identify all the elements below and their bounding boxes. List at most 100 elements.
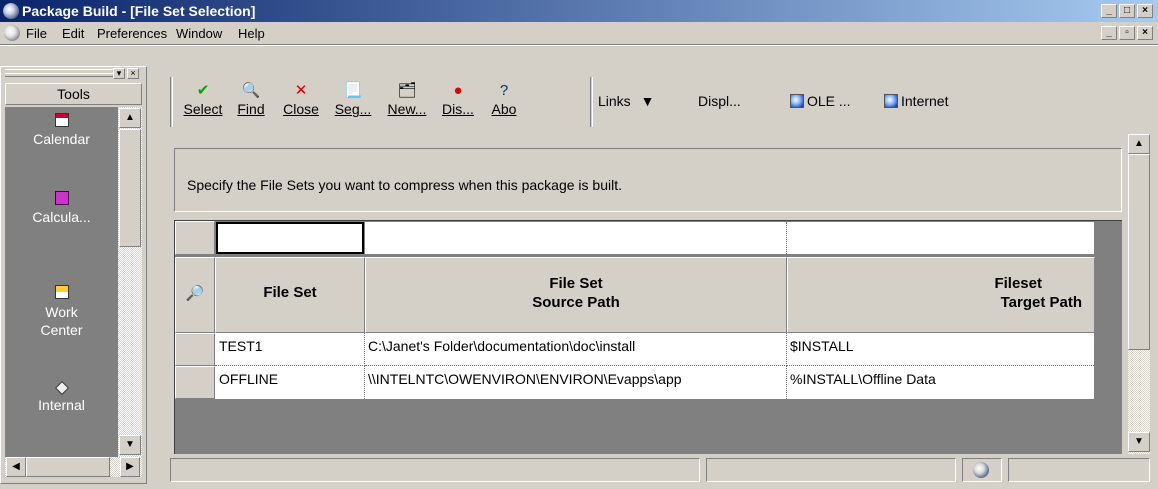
tools-scroll-down-button[interactable]: ▼ bbox=[119, 435, 141, 455]
segment-button[interactable]: 📃 Seg... bbox=[329, 81, 377, 117]
column-source-path-line2: Source Path bbox=[532, 294, 620, 311]
qbe-row-header[interactable] bbox=[175, 221, 215, 255]
tools-hscroll-thumb[interactable] bbox=[26, 457, 110, 477]
status-extra-field bbox=[1008, 458, 1150, 482]
pane-close-button[interactable]: × bbox=[127, 68, 139, 79]
tool-calculator[interactable]: Calcula... bbox=[5, 191, 118, 225]
window-title: Package Build - [File Set Selection] bbox=[22, 3, 256, 19]
find-button-label: Find bbox=[237, 101, 265, 117]
file-set-grid[interactable]: 🔎 File Set File Set Source Path Fileset … bbox=[174, 220, 1122, 454]
main-scroll-thumb[interactable] bbox=[1128, 154, 1150, 350]
tool-work-center[interactable]: Work Center bbox=[5, 285, 118, 339]
tools-scroll-right-button[interactable]: ▶ bbox=[120, 457, 140, 477]
menu-bar: File Edit Preferences Window Help _ ▫ × bbox=[0, 22, 1158, 44]
tool-work-center-line2: Center bbox=[40, 322, 83, 338]
menu-preferences[interactable]: Preferences bbox=[97, 26, 167, 41]
cell-file-set[interactable]: TEST1 bbox=[215, 333, 365, 366]
column-header-target-path[interactable]: Fileset Target Path bbox=[787, 257, 1095, 333]
status-info-field bbox=[706, 458, 956, 482]
main-scroll-down-button[interactable]: ▼ bbox=[1128, 432, 1150, 452]
tool-calendar-label: Calendar bbox=[33, 131, 90, 147]
row-selector[interactable] bbox=[175, 366, 215, 399]
tools-header[interactable]: Tools bbox=[5, 83, 142, 105]
status-message-field bbox=[170, 458, 700, 482]
menu-edit[interactable]: Edit bbox=[62, 26, 84, 41]
links-label: Links bbox=[598, 93, 631, 109]
menu-window[interactable]: Window bbox=[176, 26, 222, 41]
display-menu[interactable]: Displ... bbox=[698, 93, 741, 109]
pane-grip-line bbox=[5, 73, 123, 77]
new-button-label: New... bbox=[387, 101, 427, 117]
column-header-source-path[interactable]: File Set Source Path bbox=[365, 257, 787, 333]
about-button[interactable]: ? Abo bbox=[486, 81, 522, 117]
form-area: Specify the File Sets you want to compre… bbox=[166, 134, 1128, 454]
title-bar[interactable]: Package Build - [File Set Selection] _ □… bbox=[0, 0, 1158, 22]
maximize-button[interactable]: □ bbox=[1119, 4, 1135, 18]
qbe-source-path-input[interactable] bbox=[365, 222, 787, 254]
doc-close-button[interactable]: × bbox=[1137, 26, 1153, 40]
document-globe-icon[interactable] bbox=[4, 25, 20, 41]
status-icon-field bbox=[962, 458, 1002, 482]
instruction-panel: Specify the File Sets you want to compre… bbox=[174, 148, 1122, 212]
tool-calendar[interactable]: Calendar bbox=[5, 113, 118, 147]
find-button[interactable]: 🔍 Find bbox=[232, 81, 270, 117]
tools-scroll-thumb[interactable] bbox=[119, 129, 141, 247]
app-globe-icon bbox=[3, 3, 19, 19]
close-button[interactable]: ✕ Close bbox=[278, 81, 324, 117]
grid-find-icon: 🔎 bbox=[185, 285, 205, 302]
cell-source-path[interactable]: C:\Janet's Folder\documentation\doc\inst… bbox=[365, 333, 787, 366]
tools-horizontal-scrollbar[interactable]: ◀ ▶ bbox=[5, 457, 142, 477]
instruction-text: Specify the File Sets you want to compre… bbox=[187, 177, 622, 193]
status-globe-icon bbox=[973, 462, 989, 478]
work-center-icon bbox=[54, 285, 69, 299]
pane-menu-button[interactable]: ▾ bbox=[113, 68, 125, 79]
close-window-button[interactable]: × bbox=[1137, 4, 1153, 18]
cell-source-path[interactable]: \\INTELNTC\OWENVIRON\ENVIRON\Evapps\app bbox=[365, 366, 787, 399]
links-menu[interactable]: Links ▼ bbox=[598, 93, 654, 109]
ole-menu[interactable]: OLE ... bbox=[790, 93, 851, 109]
grid-options-header[interactable]: 🔎 bbox=[175, 257, 215, 333]
column-file-set-label: File Set bbox=[263, 284, 317, 301]
close-x-icon: ✕ bbox=[294, 82, 308, 99]
tool-internal-label: Internal bbox=[38, 397, 85, 413]
tools-scroll-left-button[interactable]: ◀ bbox=[6, 457, 26, 477]
new-button[interactable]: 🗂 New... bbox=[382, 81, 432, 117]
find-icon: 🔍 bbox=[241, 82, 261, 99]
internal-icon bbox=[54, 380, 69, 396]
column-source-path-line1: File Set bbox=[549, 275, 603, 292]
status-bar bbox=[166, 456, 1158, 484]
column-target-path-line2: Target Path bbox=[1000, 294, 1082, 311]
ole-label: OLE ... bbox=[807, 93, 851, 109]
pane-splitter[interactable] bbox=[150, 66, 164, 484]
tool-work-center-line1: Work bbox=[45, 304, 78, 320]
qbe-file-set-input[interactable] bbox=[216, 222, 364, 254]
cell-target-path[interactable]: %INSTALL\Offline Data bbox=[787, 366, 1094, 399]
segment-button-label: Seg... bbox=[334, 101, 372, 117]
display-button[interactable]: ● Dis... bbox=[438, 81, 478, 117]
qbe-target-path-input[interactable] bbox=[787, 222, 1094, 254]
cell-target-path[interactable]: $INSTALL bbox=[787, 333, 1094, 366]
tools-scroll-up-button[interactable]: ▲ bbox=[119, 108, 141, 128]
select-button[interactable]: ✔ Select bbox=[182, 81, 224, 117]
menu-divider bbox=[0, 44, 1158, 46]
tool-internal[interactable]: Internal bbox=[5, 380, 118, 413]
dropdown-arrow-icon: ▼ bbox=[640, 93, 655, 109]
menu-help[interactable]: Help bbox=[238, 26, 265, 41]
display-icon: ● bbox=[453, 82, 463, 99]
cell-file-set[interactable]: OFFLINE bbox=[215, 366, 365, 399]
column-header-file-set[interactable]: File Set bbox=[215, 257, 365, 333]
calendar-icon bbox=[54, 113, 69, 127]
minimize-button[interactable]: _ bbox=[1101, 4, 1117, 18]
select-button-label: Select bbox=[183, 101, 223, 117]
check-icon: ✔ bbox=[196, 82, 210, 99]
main-vertical-scrollbar[interactable]: ▲ ▼ bbox=[1128, 134, 1150, 454]
menu-file[interactable]: File bbox=[26, 26, 47, 41]
doc-minimize-button[interactable]: _ bbox=[1101, 26, 1117, 40]
toolbar-grip[interactable] bbox=[170, 77, 173, 127]
main-scroll-up-button[interactable]: ▲ bbox=[1128, 134, 1150, 154]
doc-restore-button[interactable]: ▫ bbox=[1119, 26, 1135, 40]
tools-vertical-scrollbar[interactable]: ▲ ▼ bbox=[118, 107, 142, 457]
internet-menu[interactable]: Internet bbox=[884, 93, 948, 109]
row-selector[interactable] bbox=[175, 333, 215, 366]
toolbar-separator bbox=[590, 77, 593, 127]
